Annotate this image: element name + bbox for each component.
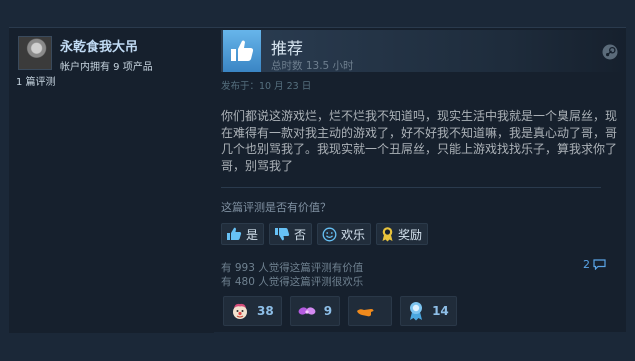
divider xyxy=(221,187,601,188)
award-medal-count: 14 xyxy=(432,304,449,318)
vote-no-label: 否 xyxy=(294,227,307,242)
award-clown[interactable]: 38 xyxy=(223,296,282,326)
review-text: 你们都说这游戏烂，烂不烂我不知道吗，现实生活中我就是一个臭屌丝，现在难得有一款对… xyxy=(221,109,618,173)
helpful-question: 这篇评测是否有价值？ xyxy=(221,201,331,214)
award-wings-count: 9 xyxy=(323,304,333,318)
review-panel: 推荐 总时数 13.5 小时 发布于：10 月 23 日 你们都说这游戏烂，烂不… xyxy=(221,28,626,333)
award-ribbon-icon xyxy=(382,227,393,242)
clown-face-icon xyxy=(233,303,247,319)
review-header[interactable]: 推荐 总时数 13.5 小时 xyxy=(221,30,626,72)
vote-funny-label: 欢乐 xyxy=(341,227,366,242)
review-verdict: 推荐 xyxy=(271,39,304,58)
thumbs-up-icon xyxy=(227,227,242,240)
comments-count: 2 xyxy=(583,258,590,271)
found-helpful-text: 有 993 人觉得这篇评测有价值 xyxy=(221,262,364,274)
award-button[interactable]: 奖励 xyxy=(376,223,429,245)
award-label: 奖励 xyxy=(398,227,423,242)
posted-date: 发布于：10 月 23 日 xyxy=(221,81,312,92)
avatar[interactable] xyxy=(18,36,52,70)
vote-yes-label: 是 xyxy=(246,227,259,242)
thumbs-down-icon xyxy=(275,228,290,241)
comments-link[interactable]: 2 xyxy=(583,258,606,271)
reviewer-panel: 永乾食我大吊 帐户内拥有 9 项产品 1 篇评测 xyxy=(9,28,214,333)
smiley-icon xyxy=(322,227,337,241)
ribbon-medal-icon xyxy=(410,302,423,321)
orange-hand-icon xyxy=(357,309,374,317)
vote-funny-button[interactable]: 欢乐 xyxy=(317,223,372,245)
playtime-hours: 总时数 13.5 小时 xyxy=(271,60,354,72)
steam-icon xyxy=(602,44,618,60)
vote-buttons: 是 否 欢乐 奖励 xyxy=(221,223,429,245)
vote-yes-button[interactable]: 是 xyxy=(221,223,265,245)
awards-row: 38 9 14 xyxy=(223,296,457,326)
thumbs-up-icon xyxy=(223,30,261,72)
reviewer-name[interactable]: 永乾食我大吊 xyxy=(60,36,138,55)
products-owned[interactable]: 帐户内拥有 9 项产品 xyxy=(60,58,153,73)
award-medal[interactable]: 14 xyxy=(400,296,457,326)
comment-icon xyxy=(593,259,606,270)
found-funny-text: 有 480 人觉得这篇评测很欢乐 xyxy=(221,276,364,288)
review-count[interactable]: 1 篇评测 xyxy=(16,73,56,88)
vote-no-button[interactable]: 否 xyxy=(269,223,313,245)
helpful-stats: 有 993 人觉得这篇评测有价值 有 480 人觉得这篇评测很欢乐 xyxy=(221,261,363,289)
purple-wings-icon xyxy=(298,307,316,315)
award-clown-count: 38 xyxy=(257,304,274,318)
review-card: 永乾食我大吊 帐户内拥有 9 项产品 1 篇评测 推荐 总时数 13.5 小时 … xyxy=(9,27,626,333)
award-wings[interactable]: 9 xyxy=(289,296,341,326)
award-hand[interactable] xyxy=(348,296,393,326)
